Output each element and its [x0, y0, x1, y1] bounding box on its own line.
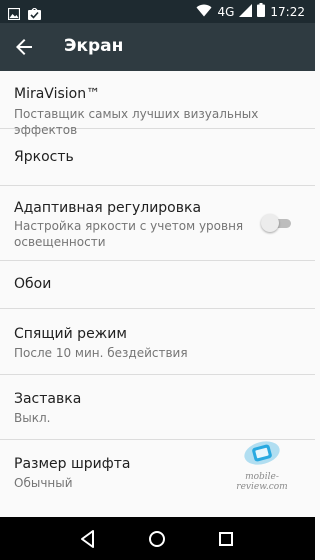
setting-title: Адаптивная регулировка	[14, 200, 202, 216]
setting-title: Яркость	[14, 149, 74, 165]
image-notification-icon	[7, 5, 21, 24]
watermark-logo-icon	[242, 441, 282, 470]
setting-adaptive-brightness[interactable]: Адаптивная регулировка Настройка яркости…	[0, 186, 315, 261]
nav-home-button[interactable]	[145, 527, 169, 551]
clock: 17:22	[270, 4, 305, 19]
page-title: Экран	[64, 36, 124, 56]
setting-brightness[interactable]: Яркость	[0, 129, 315, 186]
adaptive-brightness-toggle[interactable]	[261, 214, 291, 232]
network-type-label: 4G	[217, 4, 235, 19]
nav-back-button[interactable]	[76, 527, 100, 551]
setting-subtitle-line1: Настройка яркости с учетом уровня	[14, 219, 244, 233]
navigation-bar	[0, 517, 315, 560]
toggle-thumb	[261, 214, 279, 232]
nav-recents-button[interactable]	[214, 527, 238, 551]
battery-icon	[257, 3, 266, 20]
setting-subtitle: Выкл.	[14, 411, 51, 425]
app-bar: Экран	[0, 23, 315, 71]
back-triangle-icon	[76, 530, 100, 555]
setting-subtitle: Обычный	[14, 476, 73, 490]
watermark-text: mobile-review.com	[236, 472, 288, 492]
setting-title: Обои	[14, 276, 52, 292]
setting-title: Спящий режим	[14, 326, 127, 342]
setting-wallpaper[interactable]: Обои	[0, 261, 315, 309]
home-circle-icon	[145, 531, 169, 555]
recents-square-icon	[214, 532, 238, 555]
back-button[interactable]	[12, 35, 36, 59]
check-notification-icon	[28, 5, 41, 24]
setting-title: Размер шрифта	[14, 456, 131, 472]
arrow-left-icon	[12, 39, 36, 63]
setting-title: Заставка	[14, 391, 82, 407]
setting-sleep[interactable]: Спящий режим После 10 мин. бездействия	[0, 309, 315, 375]
setting-miravision[interactable]: MiraVision™ Поставщик самых лучших визуа…	[0, 71, 315, 137]
setting-screensaver[interactable]: Заставка Выкл.	[0, 375, 315, 440]
wifi-icon	[196, 4, 212, 20]
signal-icon	[239, 3, 253, 20]
setting-title: MiraVision™	[14, 86, 101, 102]
setting-subtitle-line2: освещенности	[14, 235, 106, 249]
watermark: mobile-review.com	[222, 440, 302, 492]
setting-subtitle: После 10 мин. бездействия	[14, 346, 188, 360]
status-bar: 4G 17:22	[0, 0, 315, 23]
